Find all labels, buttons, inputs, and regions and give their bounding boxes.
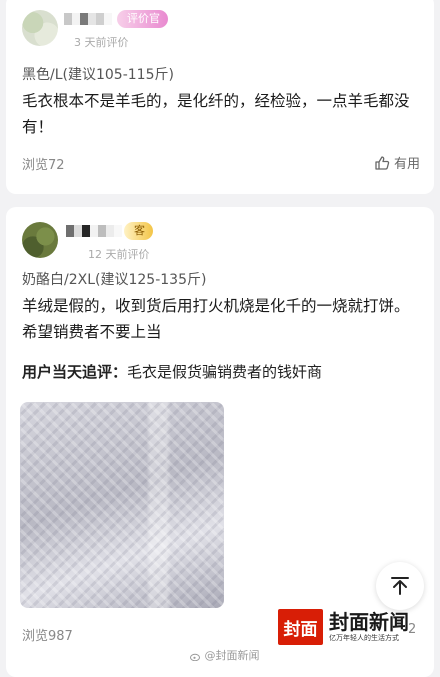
reviewer-badge: 评价官 [117,10,168,28]
scroll-to-top-button[interactable] [376,562,424,610]
username-mosaic [66,225,122,237]
review-time: 3 天前评价 [74,36,129,49]
media-logo: 封面 封面新闻 亿万年轻人的生活方式 [278,609,409,645]
view-count: 浏览987 [22,629,73,644]
followup-label: 用户当天追评： [22,363,128,381]
weibo-icon [190,653,200,661]
product-spec: 黑色/L(建议105-115斤) [22,67,174,83]
corner-number: 2 [408,622,417,637]
review-card: 客 12 天前评价 奶酪白/2XL(建议125-135斤) 羊绒是假的，收到货后… [6,207,434,677]
review-content: 毛衣根本不是羊毛的，是化纤的，经检验，一点羊毛都没有！ [22,92,410,136]
review-card: 评价官 3 天前评价 黑色/L(建议105-115斤) 毛衣根本不是羊毛的，是化… [6,0,434,194]
review-time: 12 天前评价 [88,248,150,261]
followup-text: 毛衣是假货骗销费者的钱奸商 [127,363,323,381]
logo-slogan: 亿万年轻人的生活方式 [329,634,399,642]
weibo-watermark: @封面新闻 [190,647,260,663]
view-count: 浏览72 [22,158,65,173]
thumbs-up-icon [375,155,390,170]
helpful-label: 有用 [393,157,420,172]
avatar[interactable] [22,222,58,258]
product-spec: 奶酪白/2XL(建议125-135斤) [22,272,207,288]
review-photo[interactable] [20,402,224,608]
followup-review: 用户当天追评：毛衣是假货骗销费者的钱奸商 [22,361,322,382]
watermark-text: @封面新闻 [204,649,260,662]
avatar[interactable] [22,10,58,46]
review-content: 羊绒是假的，收到货后用打火机烧是化千的一烧就打饼。希望销费者不要上当 [22,297,410,341]
username-mosaic [64,13,112,25]
logo-name: 封面新闻 [329,610,409,634]
helpful-button[interactable]: 有用 [374,153,420,172]
logo-box: 封面 [278,609,323,645]
scroll-to-top-icon [391,577,409,595]
reviewer-badge: 客 [124,222,153,240]
